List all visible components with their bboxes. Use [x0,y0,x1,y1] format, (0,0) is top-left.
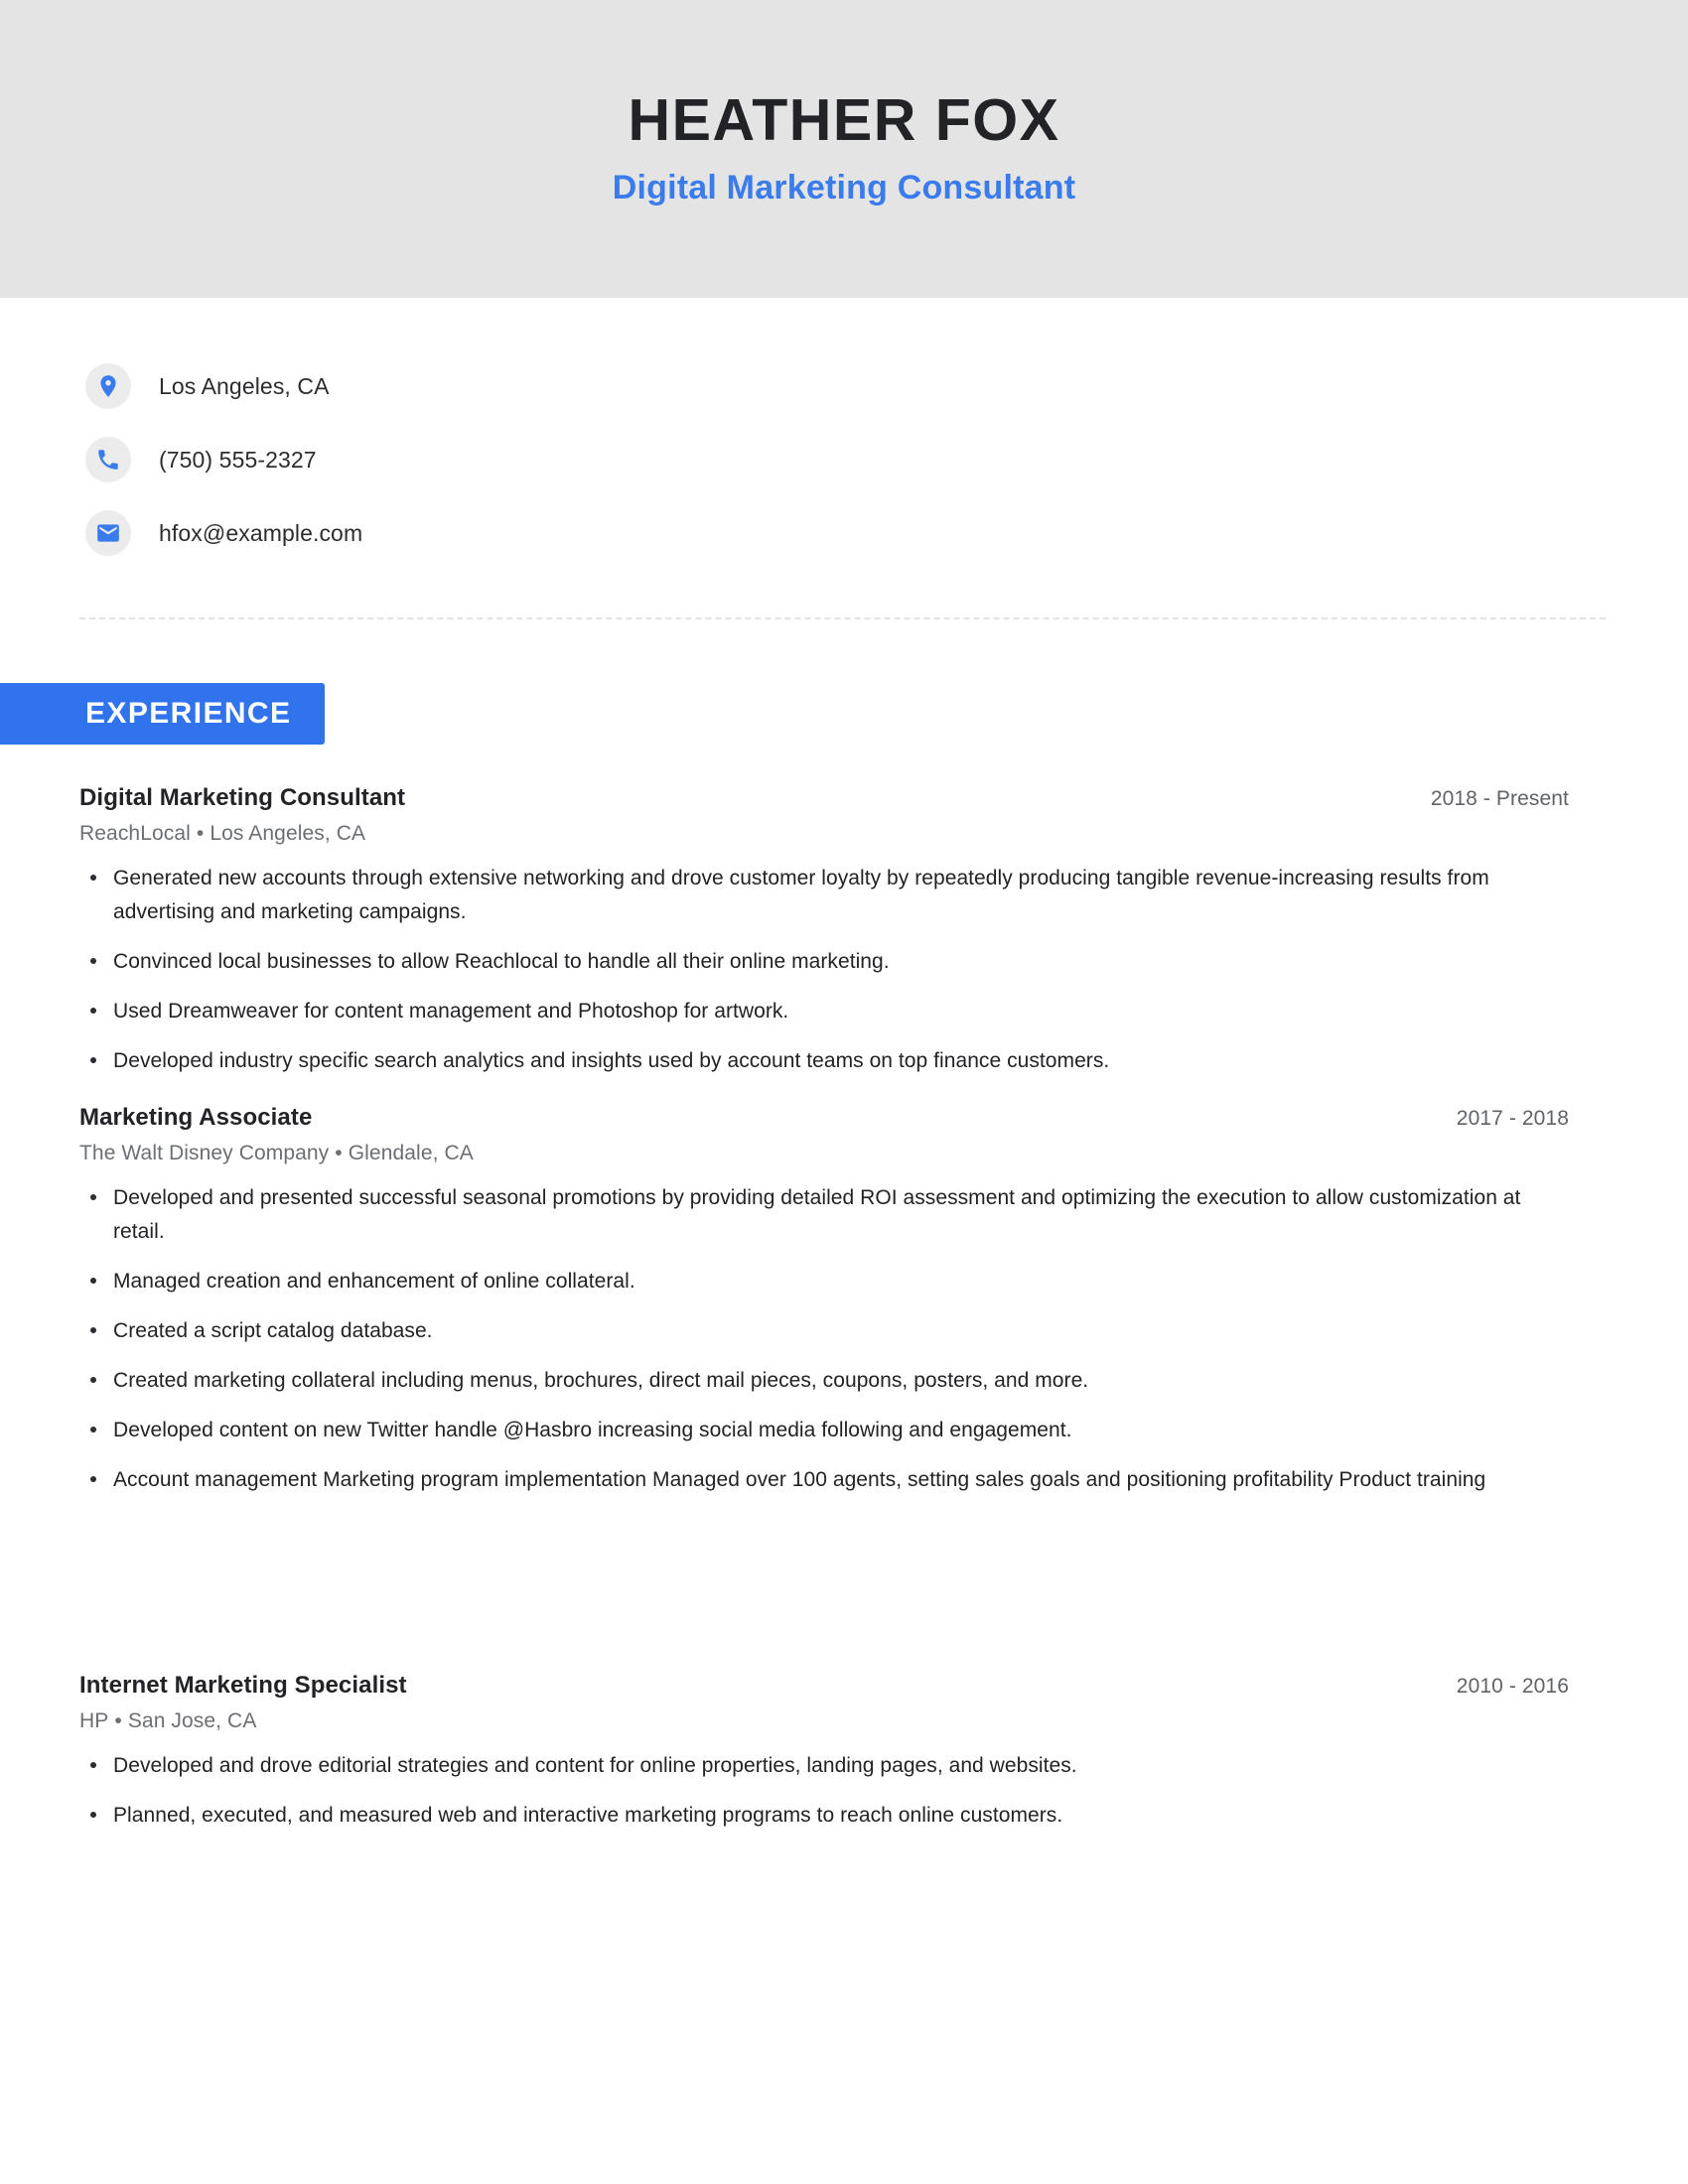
location-pin-icon [85,363,131,409]
list-item: Created a script catalog database. [79,1314,1569,1348]
entry-role: Marketing Associate [79,1104,313,1132]
entry-location: Glendale, CA [348,1142,474,1165]
experience-list: Digital Marketing Consultant 2018 - Pres… [79,784,1569,1833]
list-item: Developed content on new Twitter handle … [79,1414,1569,1447]
entry-location: Los Angeles, CA [210,822,366,845]
entry-dates: 2018 - Present [1430,787,1569,810]
entry-dates: 2010 - 2016 [1456,1675,1569,1699]
list-item: Convinced local businesses to allow Reac… [79,945,1569,979]
candidate-name: HEATHER FOX [628,87,1060,154]
list-item: Created marketing collateral including m… [79,1364,1569,1398]
contact-item-phone: (750) 555-2327 [85,423,979,496]
experience-entry: Marketing Associate 2017 - 2018 The Walt… [79,1104,1569,1497]
list-item: Used Dreamweaver for content management … [79,995,1569,1028]
section-divider [79,617,1606,619]
email-icon [85,510,131,556]
section-heading-experience: EXPERIENCE [85,697,292,730]
experience-entry: Internet Marketing Specialist 2010 - 201… [79,1672,1569,1833]
experience-entry: Digital Marketing Consultant 2018 - Pres… [79,784,1569,1078]
contact-phone-value: (750) 555-2327 [159,446,317,473]
phone-icon [85,437,131,482]
entry-location: San Jose, CA [127,1709,257,1733]
contact-email-value: hfox@example.com [159,519,363,546]
section-banner-experience: EXPERIENCE [0,683,326,745]
contact-item-location: Los Angeles, CA [85,349,979,423]
list-item: Generated new accounts through extensive… [79,862,1569,929]
list-item: Account management Marketing program imp… [79,1463,1569,1497]
contact-location-value: Los Angeles, CA [159,372,330,399]
entry-meta: ReachLocal • Los Angeles, CA [79,822,1569,846]
entry-header: Internet Marketing Specialist 2010 - 201… [79,1672,1569,1700]
entry-role: Internet Marketing Specialist [79,1672,407,1700]
entry-company: HP [79,1709,109,1733]
contact-block: Los Angeles, CA (750) 555-2327 hfox@exam… [85,349,979,570]
list-item: Managed creation and enhancement of onli… [79,1265,1569,1298]
entry-header: Marketing Associate 2017 - 2018 [79,1104,1569,1132]
list-item: Planned, executed, and measured web and … [79,1799,1569,1833]
entry-meta: The Walt Disney Company • Glendale, CA [79,1142,1569,1165]
contact-item-email: hfox@example.com [85,496,979,570]
entry-bullets: Developed and drove editorial strategies… [79,1749,1569,1833]
list-item: Developed and presented successful seaso… [79,1181,1569,1249]
entry-company: ReachLocal [79,822,191,845]
entry-meta: HP • San Jose, CA [79,1709,1569,1733]
entry-role: Digital Marketing Consultant [79,784,406,811]
page-break-spacer [79,1497,1569,1672]
resume-page: HEATHER FOX Digital Marketing Consultant… [0,0,1688,2184]
entry-separator: • [335,1142,343,1165]
entry-company: The Walt Disney Company [79,1142,330,1165]
entry-separator: • [196,822,205,845]
entry-dates: 2017 - 2018 [1456,1107,1569,1131]
resume-header: HEATHER FOX Digital Marketing Consultant [0,0,1688,298]
entry-spacer [79,1078,1569,1104]
candidate-title: Digital Marketing Consultant [612,168,1076,206]
entry-bullets: Developed and presented successful seaso… [79,1181,1569,1497]
list-item: Developed industry specific search analy… [79,1044,1569,1078]
entry-bullets: Generated new accounts through extensive… [79,862,1569,1078]
entry-header: Digital Marketing Consultant 2018 - Pres… [79,784,1569,812]
list-item: Developed and drove editorial strategies… [79,1749,1569,1783]
entry-separator: • [114,1709,122,1733]
